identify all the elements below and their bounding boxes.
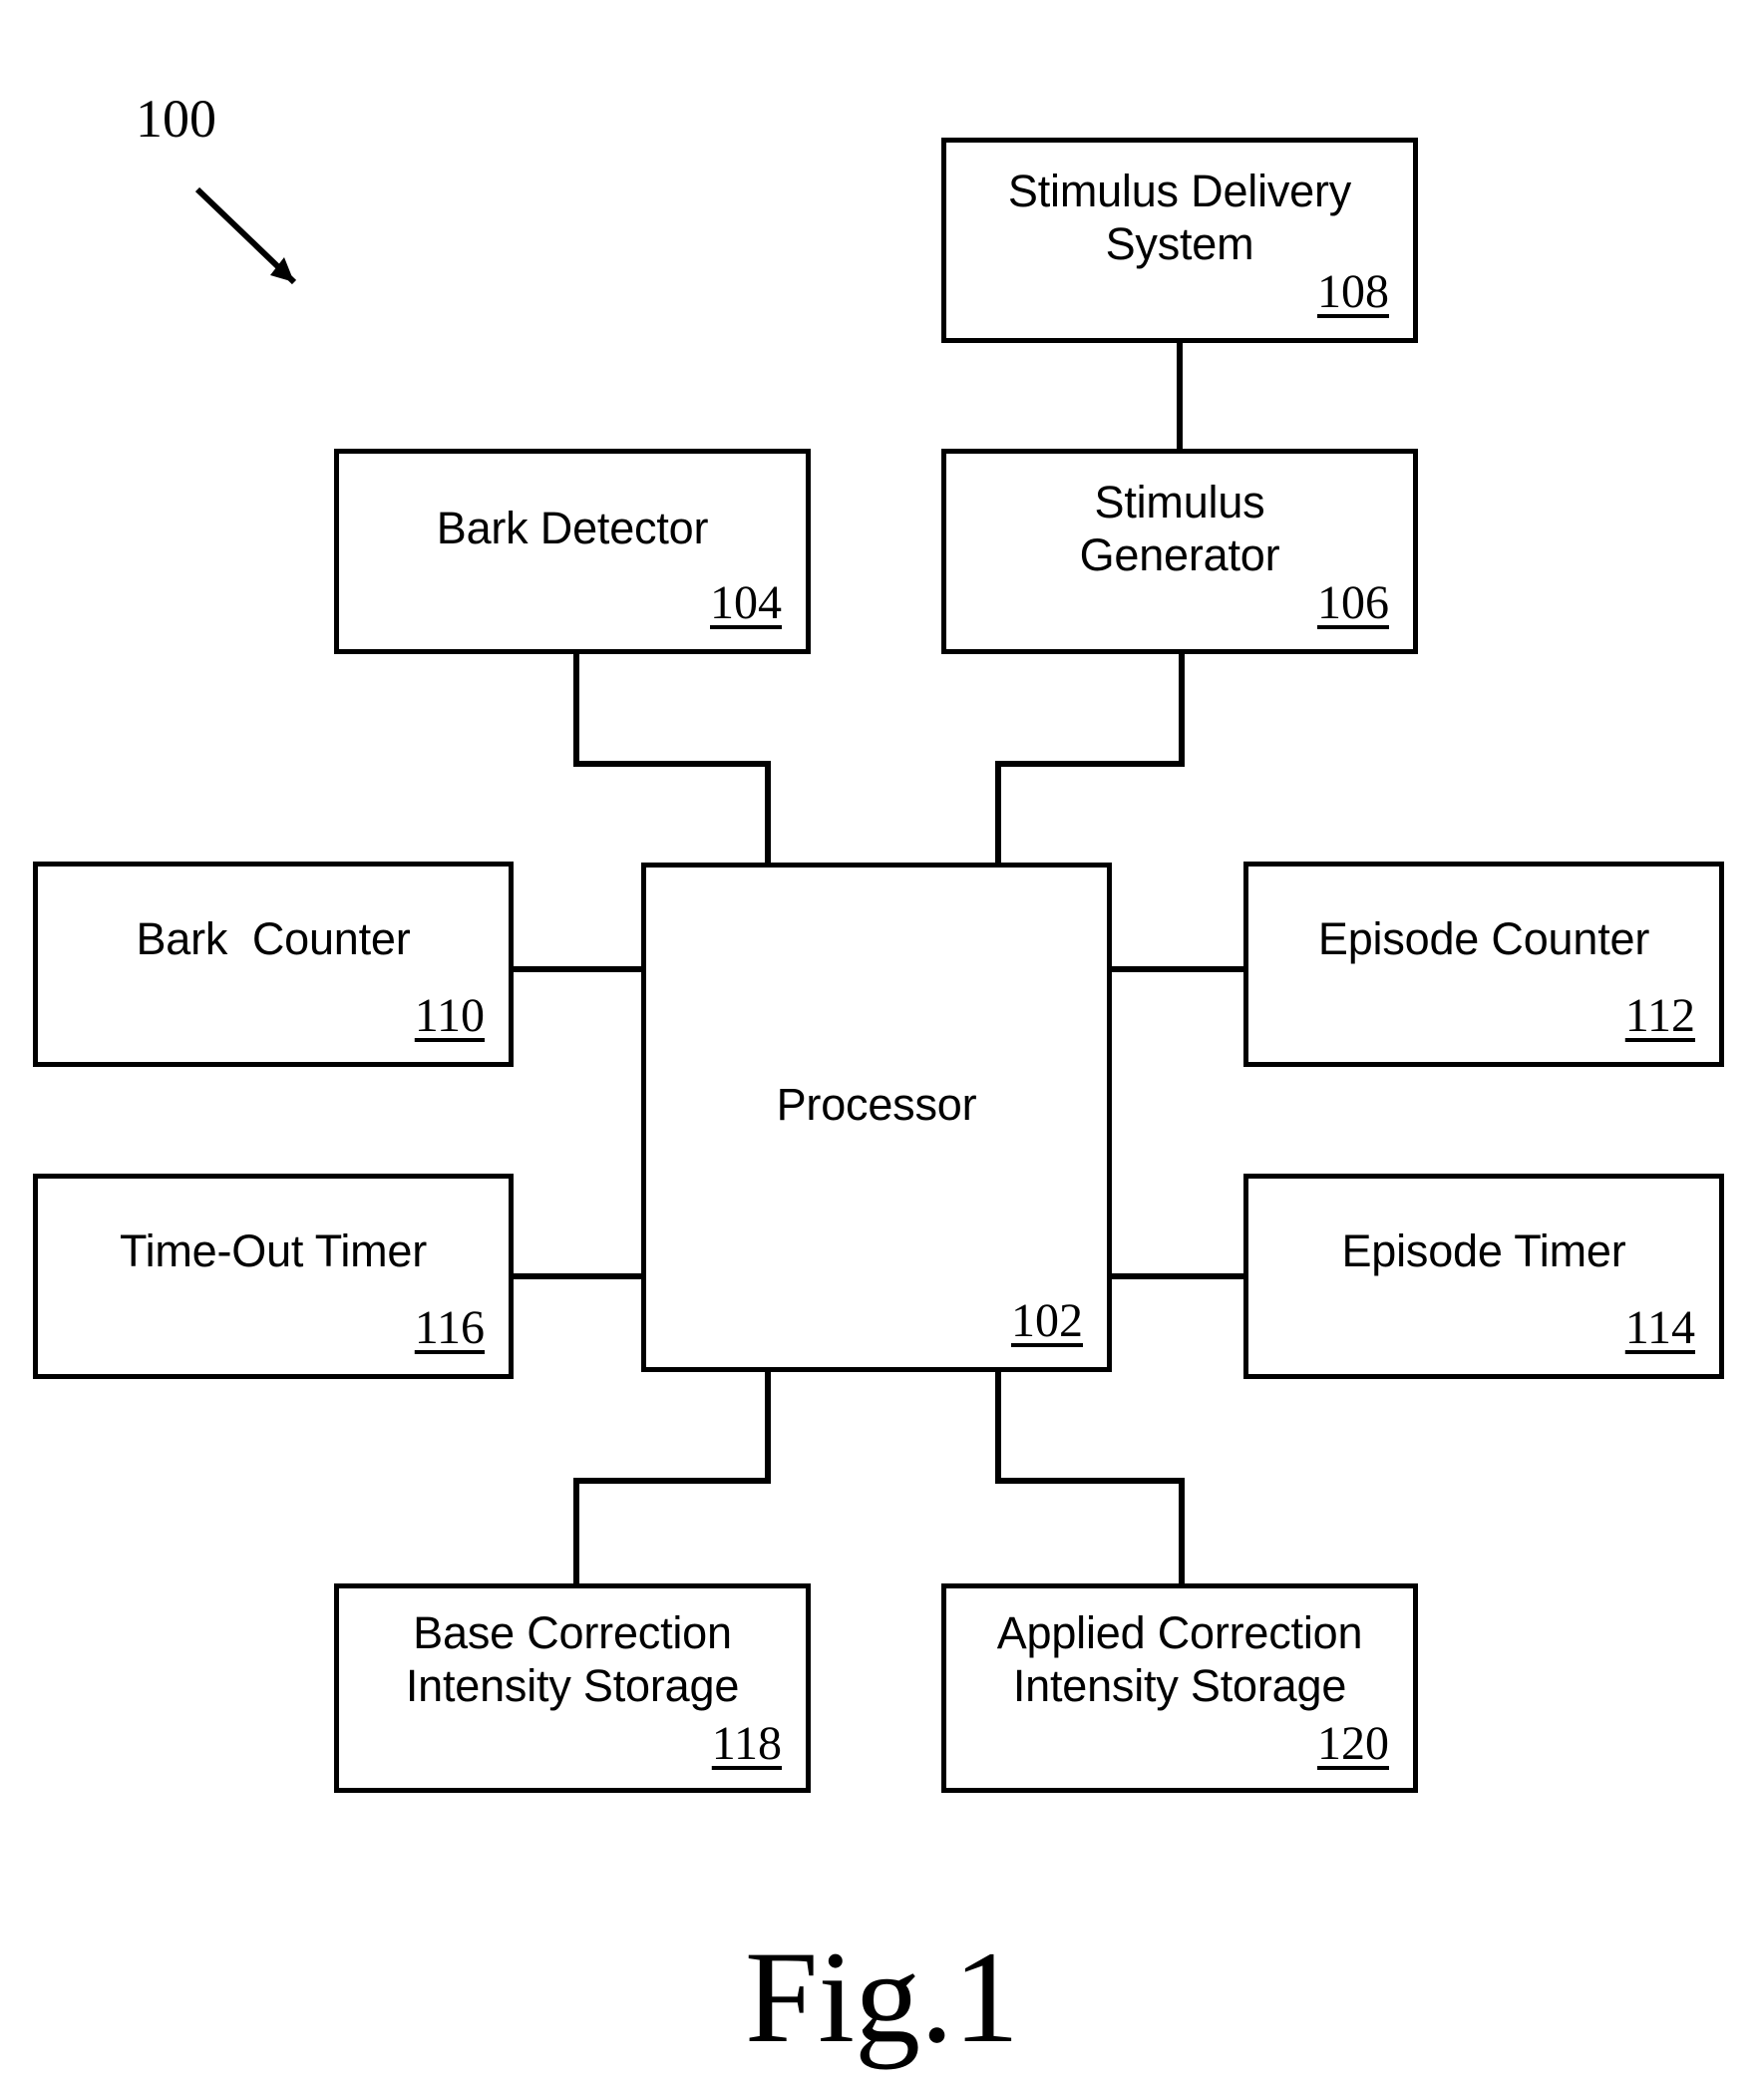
block-reference-numeral: 112 [1624, 989, 1695, 1042]
block-reference-numeral: 110 [414, 989, 485, 1042]
block-base-correction-intensity-storage: Base Correction Intensity Storage 118 [334, 1583, 811, 1793]
block-episode-timer: Episode Timer 114 [1243, 1174, 1724, 1379]
figure-canvas: 100 Stimulus Delivery System 108 Bark De… [0, 0, 1764, 2090]
block-title: Episode Timer [1341, 1225, 1626, 1276]
block-title: Stimulus Generator [1079, 477, 1280, 580]
block-bark-detector: Bark Detector 104 [334, 449, 811, 654]
block-reference-numeral: 106 [1317, 576, 1389, 629]
block-episode-counter: Episode Counter 112 [1243, 862, 1724, 1067]
block-reference-numeral: 118 [711, 1717, 782, 1770]
block-bark-counter: Bark Counter 110 [33, 862, 514, 1067]
block-title: Processor [776, 1079, 977, 1130]
system-reference-numeral: 100 [136, 89, 216, 149]
block-title: Stimulus Delivery System [1007, 166, 1352, 269]
block-processor: Processor 102 [641, 863, 1112, 1372]
block-title: Time-Out Timer [119, 1225, 428, 1276]
block-stimulus-generator: Stimulus Generator 106 [941, 449, 1418, 654]
block-title: Applied Correction Intensity Storage [996, 1607, 1363, 1711]
block-reference-numeral: 102 [1011, 1294, 1083, 1347]
block-title: Bark Detector [436, 503, 709, 553]
block-reference-numeral: 108 [1317, 265, 1389, 318]
block-title: Episode Counter [1317, 913, 1650, 964]
block-reference-numeral: 116 [414, 1301, 485, 1354]
block-title: Bark Counter [136, 913, 411, 964]
block-reference-numeral: 114 [1624, 1301, 1695, 1354]
block-reference-numeral: 120 [1317, 1717, 1389, 1770]
block-stimulus-delivery-system: Stimulus Delivery System 108 [941, 138, 1418, 343]
block-title: Base Correction Intensity Storage [405, 1607, 740, 1711]
block-time-out-timer: Time-Out Timer 116 [33, 1174, 514, 1379]
block-applied-correction-intensity-storage: Applied Correction Intensity Storage 120 [941, 1583, 1418, 1793]
figure-caption: Fig.1 [744, 1923, 1020, 2070]
block-reference-numeral: 104 [710, 576, 782, 629]
